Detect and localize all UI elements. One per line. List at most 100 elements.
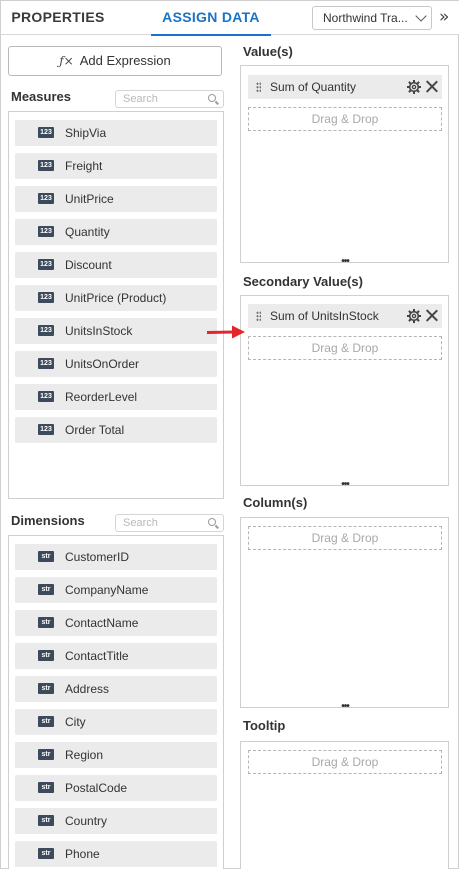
field-item[interactable]: str CompanyName [15,577,217,603]
field-item-label: Phone [65,847,100,861]
datasource-select[interactable]: Northwind Tra... [312,6,432,30]
fx-icon: ƒ× [59,54,74,68]
numeric-type-icon: 123 [38,259,54,270]
chevron-down-icon [415,10,427,22]
close-icon[interactable] [425,309,438,322]
field-item-label: City [65,715,86,729]
tooltip-panel: Drag & Drop [240,741,449,869]
values-title: Value(s) [243,44,293,59]
tab-properties[interactable]: PROPERTIES [1,1,115,35]
numeric-type-icon: 123 [38,292,54,303]
string-type-icon: str [38,782,54,793]
annotation-arrow-icon [207,325,245,339]
string-type-icon: str [38,683,54,694]
string-type-icon: str [38,650,54,661]
field-item-label: Freight [65,159,103,173]
field-item[interactable]: 123 UnitsOnOrder [15,351,217,377]
field-item[interactable]: 123 Discount [15,252,217,278]
columns-drop-zone[interactable]: Drag & Drop [248,526,442,550]
field-item[interactable]: 123 UnitPrice [15,186,217,212]
tooltip-title: Tooltip [243,718,286,733]
assign-data-panel: PROPERTIES ASSIGN DATA Northwind Tra... … [0,0,459,869]
secondary-values-resize-handle[interactable]: ••• [337,480,353,490]
field-item[interactable]: 123 Quantity [15,219,217,245]
double-chevron-right-icon[interactable]: » [439,8,457,28]
field-item[interactable]: str Country [15,808,217,834]
search-icon [208,518,216,526]
field-item[interactable]: str ContactName [15,610,217,636]
string-type-icon: str [38,749,54,760]
field-item[interactable]: 123 Order Total [15,417,217,443]
field-item[interactable]: str CustomerID [15,544,217,570]
field-item-label: CustomerID [65,550,130,564]
dimensions-list: str CustomerID str CompanyName str ContactNam… [8,535,224,869]
add-expression-label: Add Expression [79,53,171,68]
numeric-type-icon: 123 [38,160,54,171]
field-item[interactable]: str ContactTitle [15,643,217,669]
field-item-label: UnitsInStock [65,324,133,338]
field-item-label: ContactName [65,616,139,630]
values-drop-zone[interactable]: Drag & Drop [248,107,442,131]
field-item-label: Quantity [65,225,110,239]
panel-header: PROPERTIES ASSIGN DATA Northwind Tra... … [1,1,459,36]
close-icon[interactable] [425,80,438,93]
drag-handle-icon[interactable] [256,82,261,93]
secondary-values-title: Secondary Value(s) [243,274,363,289]
field-item[interactable]: str Phone [15,841,217,867]
dimensions-search-placeholder: Search [123,517,158,529]
field-item[interactable]: str PostalCode [15,775,217,801]
field-item[interactable]: 123 ShipVia [15,120,217,146]
value-chip-sum-of-quantity[interactable]: Sum of Quantity [248,75,442,99]
search-icon [208,94,216,102]
field-item-label: UnitPrice [65,192,114,206]
dimensions-title: Dimensions [11,513,85,528]
secondary-values-drop-zone[interactable]: Drag & Drop [248,336,442,360]
numeric-type-icon: 123 [38,127,54,138]
numeric-type-icon: 123 [38,358,54,369]
values-resize-handle[interactable]: ••• [337,257,353,267]
gear-icon[interactable] [407,80,421,94]
field-item[interactable]: 123 ReorderLevel [15,384,217,410]
field-item-label: Country [65,814,108,828]
field-item-label: Region [65,748,104,762]
field-item-label: ReorderLevel [65,390,138,404]
add-expression-button[interactable]: ƒ× Add Expression [8,46,222,76]
tooltip-drop-zone[interactable]: Drag & Drop [248,750,442,774]
field-item-label: ShipVia [65,126,107,140]
field-item-label: Order Total [65,423,125,437]
numeric-type-icon: 123 [38,193,54,204]
field-item[interactable]: 123 Freight [15,153,217,179]
field-item[interactable]: 123 UnitPrice (Product) [15,285,217,311]
gear-icon[interactable] [407,309,421,323]
field-item[interactable]: 123 UnitsInStock [15,318,217,344]
secondary-values-panel: Sum of UnitsInStock Drag & Drop [240,295,449,486]
values-panel: Sum of Quantity Drag & Drop [240,65,449,263]
columns-title: Column(s) [243,495,308,510]
field-item[interactable]: str City [15,709,217,735]
field-item-label: Address [65,682,110,696]
numeric-type-icon: 123 [38,325,54,336]
field-item[interactable]: str Address [15,676,217,702]
columns-panel: Drag & Drop [240,517,449,708]
numeric-type-icon: 123 [38,424,54,435]
measures-search-placeholder: Search [123,93,158,105]
value-chip-sum-of-unitsinstock[interactable]: Sum of UnitsInStock [248,304,442,328]
measures-list: 123 ShipVia 123 Freight 123 UnitPrice 123 Quant… [8,111,224,499]
field-item-label: CompanyName [65,583,149,597]
field-item-label: UnitPrice (Product) [65,291,167,305]
string-type-icon: str [38,716,54,727]
field-item[interactable]: str Region [15,742,217,768]
drag-handle-icon[interactable] [256,311,261,322]
field-item-label: Discount [65,258,112,272]
columns-resize-handle[interactable]: ••• [337,702,353,712]
measures-search-input[interactable]: Search [115,90,224,108]
string-type-icon: str [38,617,54,628]
field-item-label: ContactTitle [65,649,129,663]
dimensions-search-input[interactable]: Search [115,514,224,532]
value-chip-label: Sum of UnitsInStock [270,309,379,323]
tab-assign-data[interactable]: ASSIGN DATA [151,1,271,36]
field-item-label: UnitsOnOrder [65,357,140,371]
measures-title: Measures [11,89,71,104]
field-item-label: PostalCode [65,781,128,795]
value-chip-label: Sum of Quantity [270,80,357,94]
